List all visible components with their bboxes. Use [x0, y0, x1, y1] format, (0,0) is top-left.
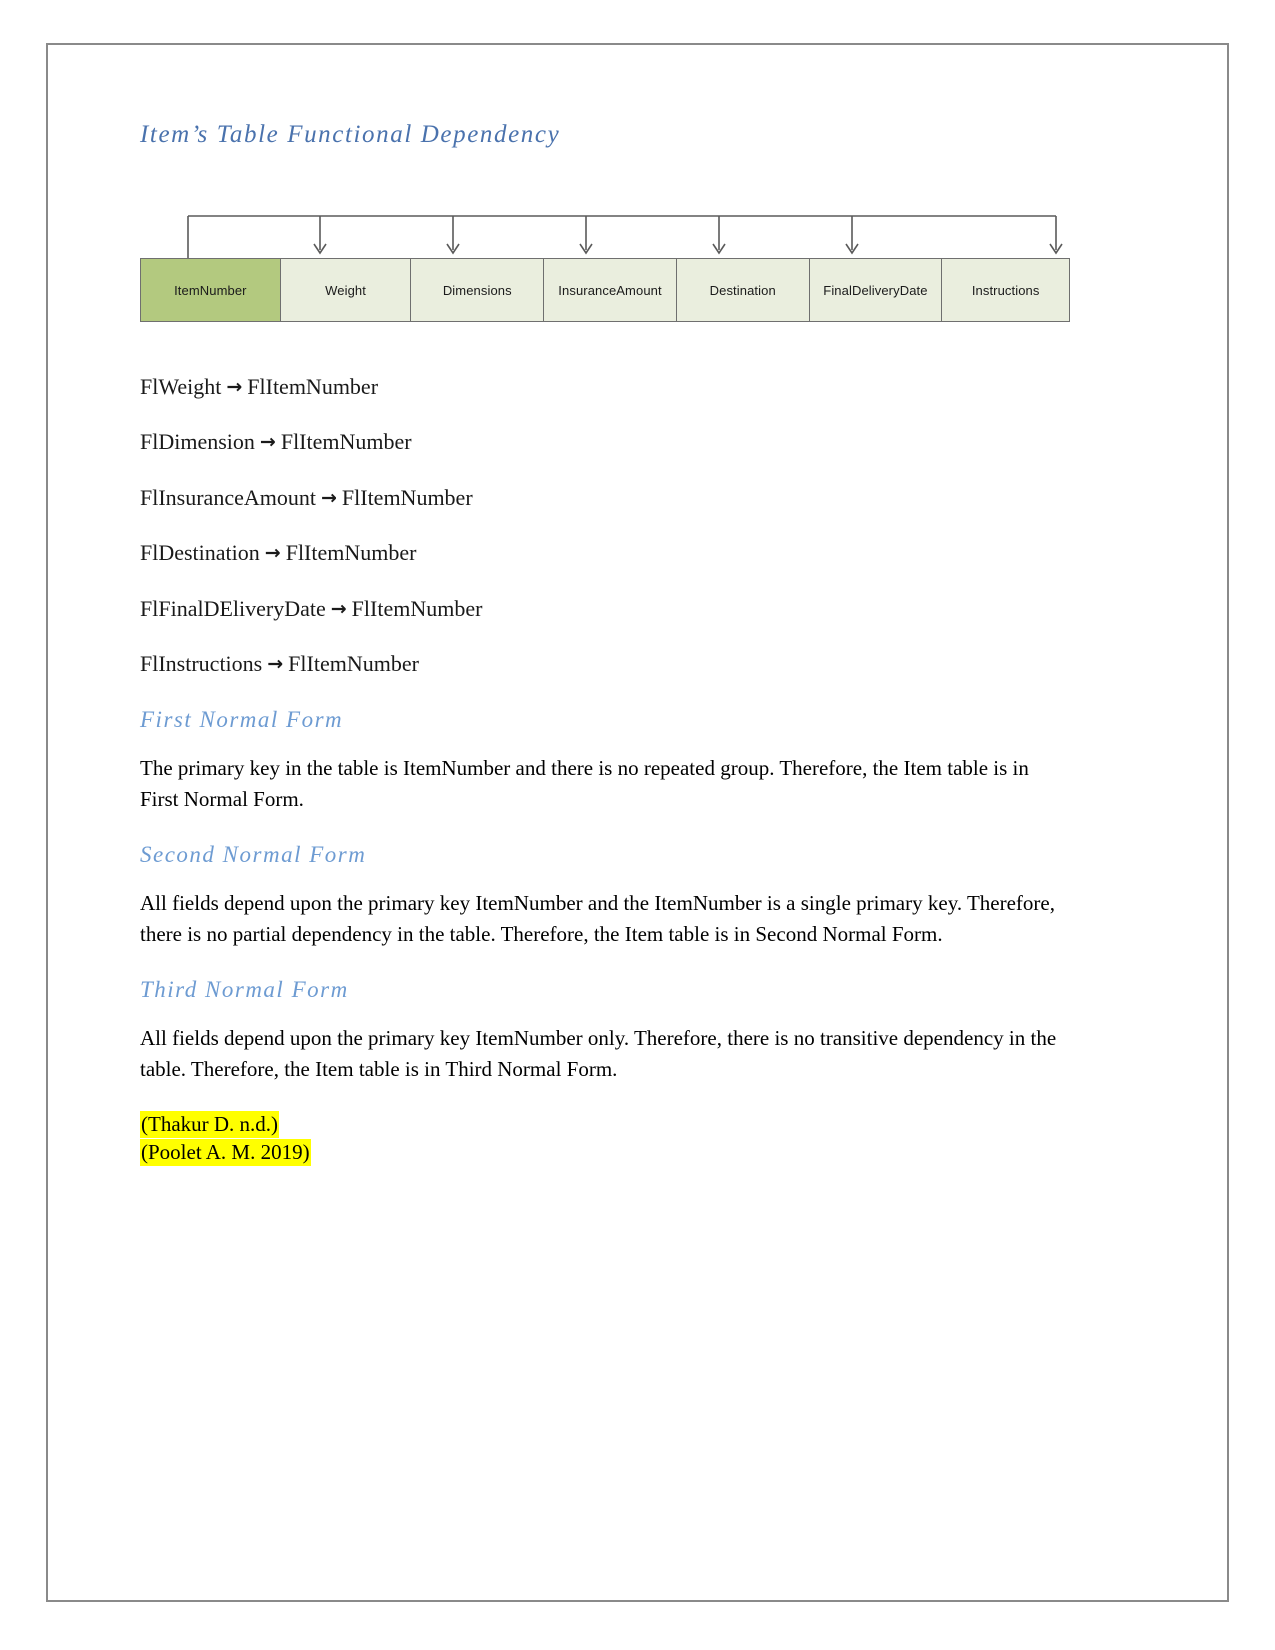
citation-list: (Thakur D. n.d.) (Poolet A. M. 2019)	[140, 1111, 1070, 1166]
field-cell-insuranceamount: InsuranceAmount	[544, 259, 677, 321]
right-arrow-icon: →	[320, 486, 337, 509]
page-title: Item’s Table Functional Dependency	[140, 121, 561, 148]
section-body-third-normal-form: All fields depend upon the primary key I…	[140, 1025, 1057, 1081]
field-cell-destination: Destination	[676, 259, 810, 321]
citation-text: (Thakur D. n.d.)	[140, 1111, 280, 1139]
dependency-dependent: FlItemNumber	[247, 374, 379, 399]
field-label: InsuranceAmount	[558, 282, 662, 298]
dependency-dependent: FlItemNumber	[280, 429, 412, 455]
field-label: Weight	[325, 282, 366, 298]
dependency-determinant: FlWeight	[140, 374, 222, 399]
section-body-first-normal-form: The primary key in the table is ItemNumb…	[140, 756, 1029, 812]
field-cell-dimensions: Dimensions	[411, 259, 545, 321]
dependency-line: FlFinalDEliveryDate → FlItemNumber	[140, 596, 1070, 622]
field-label: Instructions	[971, 282, 1040, 298]
section-heading-first-normal-form: First Normal Form	[140, 707, 344, 733]
document-content: Item’s Table Functional Dependency ItemN…	[140, 120, 1070, 1167]
dependency-determinant: FlDestination	[140, 540, 260, 566]
right-arrow-icon: →	[267, 652, 284, 675]
item-table-fields: ItemNumber Weight Dimensions InsuranceAm…	[140, 258, 1070, 322]
section-heading-second-normal-form: Second Normal Form	[140, 842, 367, 868]
document-page: Item’s Table Functional Dependency ItemN…	[0, 0, 1275, 1650]
citation-item: (Thakur D. n.d.)	[140, 1111, 1070, 1139]
dependency-dependent: FlItemNumber	[341, 484, 473, 510]
dependency-determinant: FlInsuranceAmount	[140, 484, 316, 510]
right-arrow-icon: →	[264, 542, 281, 565]
dependency-line: FlDestination → FlItemNumber	[140, 540, 1070, 566]
section-body-second-normal-form: All fields depend upon the primary key I…	[140, 891, 1055, 947]
dependency-line: FlInstructions → FlItemNumber	[140, 651, 1070, 677]
field-label: Destination	[709, 282, 776, 298]
citation-text: (Poolet A. M. 2019)	[140, 1138, 311, 1166]
dependency-determinant: FlDimension	[140, 429, 255, 455]
right-arrow-icon: →	[259, 431, 276, 454]
field-cell-finaldeliverydate: FinalDeliveryDate	[809, 259, 943, 321]
dependency-line: FlDimension → FlItemNumber	[140, 429, 1070, 455]
dependency-dependent: FlItemNumber	[351, 595, 483, 621]
field-label: FinalDeliveryDate	[823, 282, 928, 298]
section-heading-third-normal-form: Third Normal Form	[140, 977, 349, 1003]
field-label: Dimensions	[442, 282, 512, 298]
functional-dependency-list: FlWeight → FlItemNumber FlDimension → FlItem…	[140, 374, 1070, 677]
dependency-dependent: FlItemNumber	[285, 540, 417, 566]
field-label: ItemNumber	[174, 282, 247, 298]
dependency-line: FlInsuranceAmount → FlItemNumber	[140, 485, 1070, 511]
field-cell-itemnumber: ItemNumber	[141, 259, 281, 321]
right-arrow-icon: →	[330, 597, 347, 620]
citation-item: (Poolet A. M. 2019)	[140, 1138, 1070, 1167]
item-table-functional-dependency-diagram: ItemNumber Weight Dimensions InsuranceAm…	[140, 202, 1070, 342]
field-cell-weight: Weight	[280, 259, 412, 321]
dependency-dependent: FlItemNumber	[288, 650, 419, 676]
field-cell-instructions: Instructions	[942, 259, 1070, 321]
dependency-determinant: FlInstructions	[140, 650, 263, 676]
dependency-determinant: FlFinalDEliveryDate	[140, 595, 326, 621]
right-arrow-icon: →	[226, 376, 243, 398]
dependency-line: FlWeight → FlItemNumber	[140, 374, 1070, 400]
